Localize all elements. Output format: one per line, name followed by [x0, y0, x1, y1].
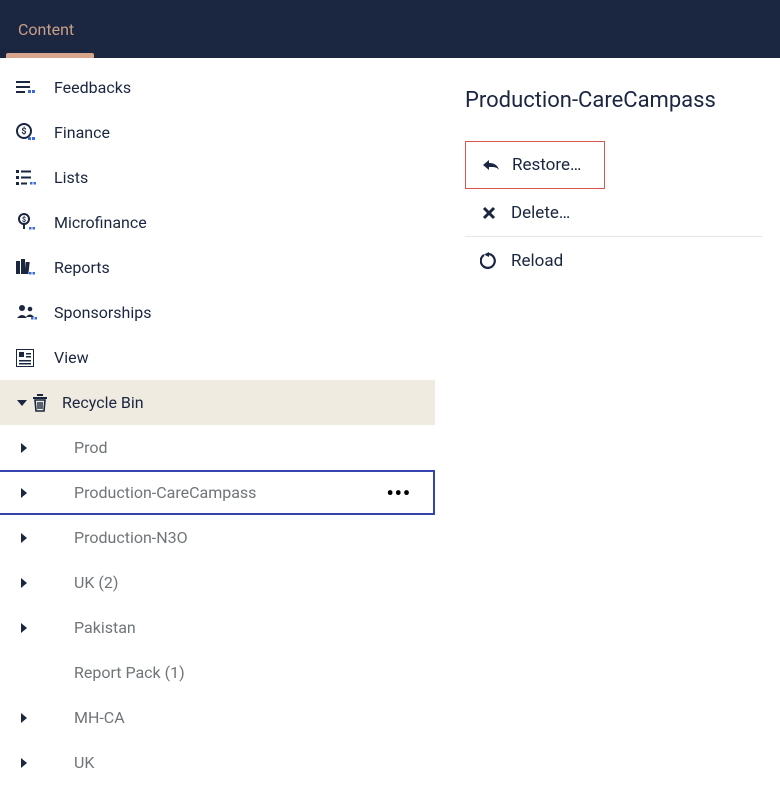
tree-item-sponsorships[interactable]: Sponsorships	[0, 290, 435, 335]
caret-right-icon[interactable]	[18, 578, 30, 588]
action-list: Restore… Delete… Reload	[465, 141, 762, 285]
tree-child-prod[interactable]: Prod	[0, 425, 435, 470]
tree-item-label: UK (2)	[30, 573, 118, 592]
tree-item-reports[interactable]: Reports	[0, 245, 435, 290]
main-area: Feedbacks $ Finance Lists $ Microfinance Repor…	[0, 58, 780, 792]
tree-item-recycle-bin[interactable]: Recycle Bin	[0, 380, 435, 425]
tree-item-label: View	[46, 348, 89, 367]
tree-item-label: Sponsorships	[46, 303, 151, 322]
tree-child-production-n3o[interactable]: Production-N3O	[0, 515, 435, 560]
trash-icon	[32, 394, 54, 412]
restore-icon	[474, 158, 506, 172]
tree-item-label: Production-CareCampass	[30, 483, 256, 502]
tree-item-label: Pakistan	[30, 618, 136, 637]
reports-icon	[16, 259, 46, 277]
tree-child-report-pack-1-[interactable]: Report Pack (1)	[0, 650, 435, 695]
tree-item-finance[interactable]: $ Finance	[0, 110, 435, 155]
reload-icon	[473, 252, 505, 270]
topbar-title[interactable]: Content	[18, 20, 74, 39]
detail-title: Production-CareCampass	[465, 88, 762, 113]
caret-right-icon[interactable]	[18, 488, 30, 498]
sidebar-container: Feedbacks $ Finance Lists $ Microfinance Repor…	[0, 58, 435, 792]
tree-item-label: Finance	[46, 123, 110, 142]
action-label: Delete…	[505, 203, 570, 223]
action-reload[interactable]: Reload	[465, 237, 762, 285]
svg-text:$: $	[22, 216, 26, 224]
caret-right-icon[interactable]	[18, 713, 30, 723]
action-label: Reload	[505, 251, 563, 271]
delete-icon	[473, 206, 505, 220]
tree-item-label: Prod	[30, 438, 108, 457]
tree-child-mh-ca[interactable]: MH-CA	[0, 695, 435, 740]
tree-item-label: Recycle Bin	[54, 393, 144, 412]
lists-icon	[16, 169, 46, 187]
tree-item-label: UK	[30, 753, 94, 772]
tree-child-uk-2-[interactable]: UK (2)	[0, 560, 435, 605]
action-label: Restore…	[506, 155, 581, 175]
tree-item-label: Feedbacks	[46, 78, 131, 97]
tree-item-label: Lists	[46, 168, 88, 187]
more-actions-icon[interactable]: •••	[386, 481, 411, 505]
caret-right-icon[interactable]	[18, 533, 30, 543]
finance-icon: $	[16, 123, 46, 143]
caret-right-icon[interactable]	[18, 443, 30, 453]
sponsorships-icon	[16, 304, 46, 322]
action-restore[interactable]: Restore…	[465, 141, 605, 189]
caret-right-icon[interactable]	[18, 623, 30, 633]
feedback-icon	[16, 79, 46, 97]
svg-text:$: $	[21, 126, 26, 137]
tree-item-label: Production-N3O	[30, 528, 188, 547]
view-icon	[16, 349, 46, 367]
scroll-spacer	[0, 785, 435, 792]
tree-item-lists[interactable]: Lists	[0, 155, 435, 200]
tree-child-uk[interactable]: UK	[0, 740, 435, 785]
tree-item-microfinance[interactable]: $ Microfinance	[0, 200, 435, 245]
topbar: Content	[0, 0, 780, 58]
microfinance-icon: $	[16, 213, 46, 233]
tree-child-pakistan[interactable]: Pakistan	[0, 605, 435, 650]
caret-down-icon[interactable]	[16, 398, 28, 408]
tree-item-label: Microfinance	[46, 213, 147, 232]
caret-right-icon[interactable]	[18, 758, 30, 768]
action-delete[interactable]: Delete…	[465, 189, 762, 237]
content-tree[interactable]: Feedbacks $ Finance Lists $ Microfinance Repor…	[0, 58, 435, 792]
tree-child-production-carecampass[interactable]: Production-CareCampass •••	[0, 470, 435, 515]
tree-item-label: Report Pack (1)	[30, 663, 185, 682]
tree-item-feedbacks[interactable]: Feedbacks	[0, 65, 435, 110]
detail-panel: Production-CareCampass Restore…Delete…Re…	[435, 58, 780, 792]
tree-item-label: MH-CA	[30, 708, 125, 727]
tree-item-label: Reports	[46, 258, 110, 277]
tree-item-view[interactable]: View	[0, 335, 435, 380]
